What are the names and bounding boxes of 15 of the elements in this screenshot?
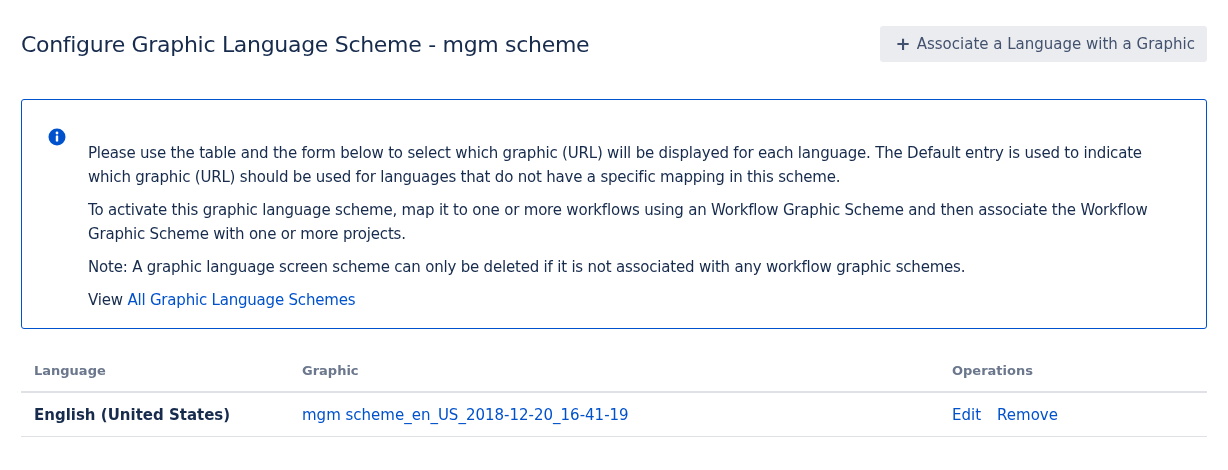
language-name: English (United States) (34, 405, 232, 424)
info-text: Please use the table and the form below to select which graphic (URL) will be displayed for each language. The Default entry is used to indicate which graphic (URL) should be used for languages that do not have a specific mapping in this scheme. (88, 143, 1143, 188)
graphic-link[interactable]: mgm scheme_en_US_2018-12-20_16-41-19 (302, 406, 629, 424)
operation-link[interactable]: Edit (952, 405, 982, 424)
info-icon (48, 128, 66, 146)
column-header: Operations (952, 362, 1034, 378)
operation-link[interactable]: Remove (997, 405, 1058, 424)
info-text: View All Graphic Language Schemes (88, 290, 357, 311)
schemes-link[interactable]: All Graphic Language Schemes (127, 291, 356, 309)
page-title: Configure Graphic Language Scheme - mgm scheme (21, 31, 590, 57)
column-header: Language (34, 362, 107, 378)
info-text: Note: A graphic language screen scheme can only be deleted if it is not associated with any workflow graphic schemes. (88, 257, 967, 278)
column-header: Graphic (302, 362, 360, 378)
info-text: To activate this graphic language scheme, map it to one or more workflows using an Workflow Graphic Scheme and then associate the Workflow Graphic Scheme with one or more projects. (88, 200, 1149, 245)
associate-button[interactable]: + Associate a Language with a Graphic (879, 26, 1207, 62)
